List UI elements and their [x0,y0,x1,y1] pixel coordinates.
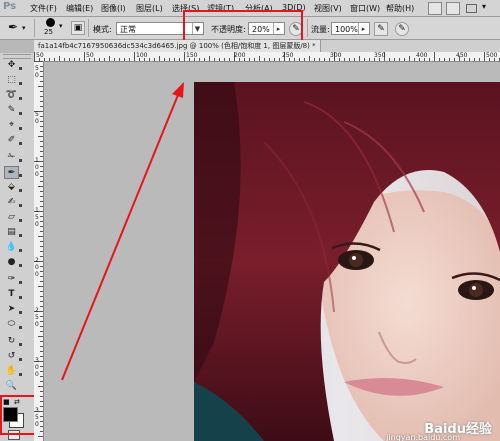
annotation-arrow [61,82,184,381]
